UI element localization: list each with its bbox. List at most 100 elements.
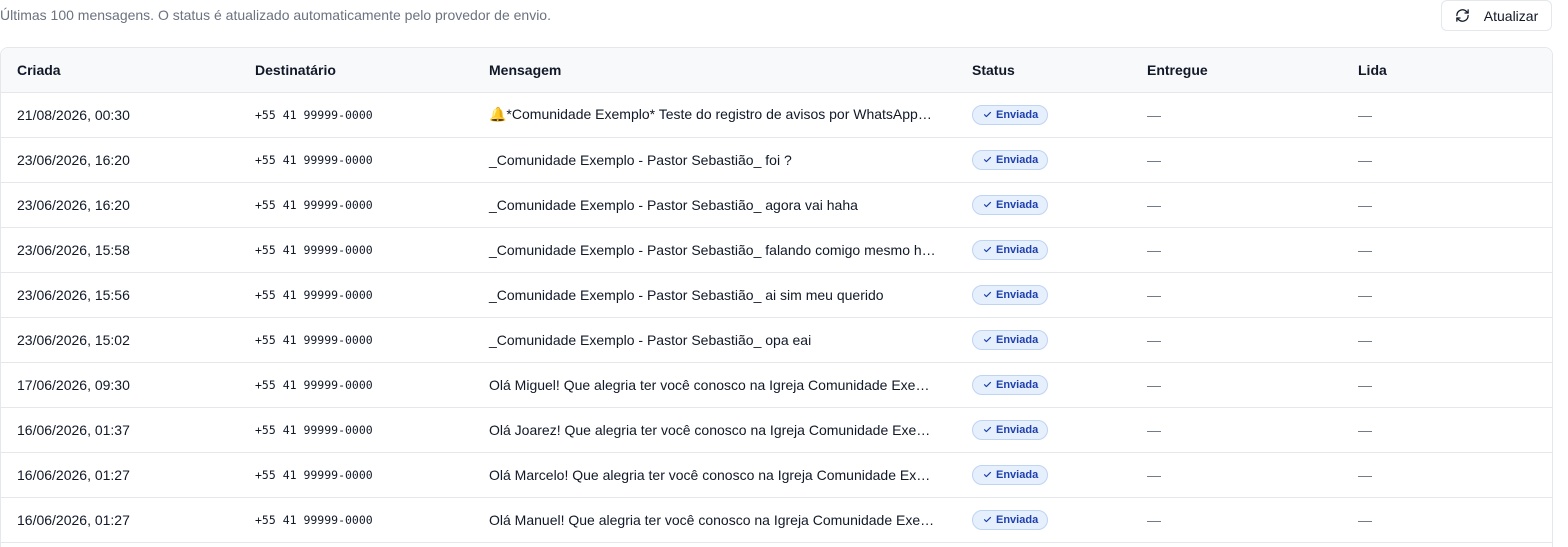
cell-criada: 16/06/2026, 01:27 (17, 466, 130, 483)
table-row[interactable]: 23/06/2026, 15:58 +55 41 99999-0000 _Com… (1, 227, 1552, 272)
cell-entregue: — (1147, 241, 1161, 258)
cell-lida: — (1358, 286, 1372, 303)
cell-lida: — (1358, 241, 1372, 258)
status-badge-label: Enviada (996, 423, 1039, 436)
messages-table-container: Criada Destinatário Mensagem Status Entr… (0, 47, 1553, 547)
cell-destinatario: +55 41 99999-0000 (255, 107, 373, 122)
cell-destinatario: +55 41 99999-0000 (255, 422, 373, 437)
cell-mensagem: Olá Manuel! Que alegria ter você conosco… (489, 511, 935, 528)
cell-status: Enviada (956, 362, 1131, 407)
cell-destinatario: +55 41 99999-0000 (255, 467, 373, 482)
cell-destinatario: +55 41 99999-0000 (255, 512, 373, 527)
table-row[interactable]: 21/08/2026, 00:30 +55 41 99999-0000 🔔*Co… (1, 92, 1552, 137)
table-header-row: Criada Destinatário Mensagem Status Entr… (1, 48, 1552, 93)
check-icon (983, 425, 992, 434)
cell-status: Enviada (956, 317, 1131, 362)
status-badge: Enviada (972, 284, 1049, 305)
cell-status: Enviada (956, 272, 1131, 317)
cell-entregue: — (1147, 106, 1161, 123)
status-badge-label: Enviada (996, 333, 1039, 346)
table-row[interactable]: 23/06/2026, 16:20 +55 41 99999-0000 _Com… (1, 137, 1552, 182)
check-icon (983, 155, 992, 164)
status-badge: Enviada (972, 374, 1049, 395)
check-icon (983, 200, 992, 209)
refresh-button[interactable]: Atualizar (1441, 0, 1552, 31)
cell-entregue: — (1147, 466, 1161, 483)
cell-lida: — (1358, 151, 1372, 168)
cell-lida: — (1358, 376, 1372, 393)
check-icon (983, 380, 992, 389)
column-header-entregue[interactable]: Entregue (1131, 48, 1342, 93)
column-header-lida[interactable]: Lida (1342, 48, 1552, 93)
cell-entregue: — (1147, 511, 1161, 528)
cell-destinatario: +55 41 99999-0000 (255, 152, 373, 167)
cell-entregue: — (1147, 196, 1161, 213)
toolbar: Últimas 100 mensagens. O status é atuali… (0, 0, 1568, 32)
cell-destinatario: +55 41 99999-0000 (255, 287, 373, 302)
table-row[interactable]: 16/06/2026, 01:27 +55 41 99999-0000 Olá … (1, 452, 1552, 497)
cell-status: Enviada (956, 497, 1131, 542)
status-badge-label: Enviada (996, 288, 1039, 301)
cell-criada: 17/06/2026, 09:30 (17, 376, 130, 393)
status-badge-label: Enviada (996, 378, 1039, 391)
cell-mensagem: Olá Miguel! Que alegria ter você conosco… (489, 376, 930, 393)
table-row[interactable]: 23/06/2026, 16:20 +55 41 99999-0000 _Com… (1, 182, 1552, 227)
cell-criada: 23/06/2026, 16:20 (17, 196, 130, 213)
cell-destinatario: +55 41 99999-0000 (255, 377, 373, 392)
cell-mensagem: Olá Joarez! Que alegria ter você conosco… (489, 421, 931, 438)
table-row[interactable]: 17/06/2026, 09:30 +55 41 99999-0000 Olá … (1, 362, 1552, 407)
table-row[interactable]: 23/06/2026, 15:02 +55 41 99999-0000 _Com… (1, 317, 1552, 362)
page-subtitle: Últimas 100 mensagens. O status é atuali… (0, 7, 551, 23)
status-badge-label: Enviada (996, 108, 1039, 121)
refresh-icon (1455, 8, 1470, 23)
cell-lida: — (1358, 196, 1372, 213)
cell-mensagem: 🔔*Comunidade Exemplo* Teste do registro … (489, 106, 932, 122)
cell-criada: 21/08/2026, 00:30 (17, 106, 130, 123)
cell-criada: 16/06/2026, 01:37 (17, 421, 130, 438)
cell-criada: 23/06/2026, 15:58 (17, 241, 130, 258)
column-header-criada[interactable]: Criada (1, 48, 239, 93)
cell-status: Enviada (956, 182, 1131, 227)
status-badge-label: Enviada (996, 468, 1039, 481)
cell-criada: 16/06/2026, 01:27 (17, 511, 130, 528)
status-badge: Enviada (972, 464, 1049, 485)
cell-criada: 23/06/2026, 16:20 (17, 151, 130, 168)
cell-status: Enviada (956, 452, 1131, 497)
cell-criada: 23/06/2026, 15:02 (17, 331, 130, 348)
status-badge: Enviada (972, 149, 1049, 170)
cell-entregue: — (1147, 151, 1161, 168)
cell-status: Enviada (956, 92, 1131, 137)
cell-lida: — (1358, 511, 1372, 528)
cell-mensagem: _Comunidade Exemplo - Pastor Sebastião_ … (489, 151, 792, 168)
cell-lida: — (1358, 421, 1372, 438)
cell-mensagem: _Comunidade Exemplo - Pastor Sebastião_ … (489, 241, 936, 258)
table-row[interactable]: 16/06/2026, 01:27 +55 41 99999-0000 Olá … (1, 497, 1552, 542)
cell-status: Enviada (956, 407, 1131, 452)
status-badge: Enviada (972, 509, 1049, 530)
column-header-mensagem[interactable]: Mensagem (473, 48, 956, 93)
cell-mensagem: Olá Marcelo! Que alegria ter você conosc… (489, 466, 931, 483)
status-badge: Enviada (972, 419, 1049, 440)
check-icon (983, 110, 992, 119)
table-row[interactable]: 23/06/2026, 15:56 +55 41 99999-0000 _Com… (1, 272, 1552, 317)
cell-destinatario: +55 41 99999-0000 (255, 197, 373, 212)
cell-lida: — (1358, 106, 1372, 123)
messages-table: Criada Destinatário Mensagem Status Entr… (1, 48, 1552, 543)
status-badge: Enviada (972, 194, 1049, 215)
cell-lida: — (1358, 331, 1372, 348)
cell-mensagem: _Comunidade Exemplo - Pastor Sebastião_ … (489, 331, 812, 348)
cell-criada: 23/06/2026, 15:56 (17, 286, 130, 303)
status-badge: Enviada (972, 239, 1049, 260)
check-icon (983, 290, 992, 299)
cell-status: Enviada (956, 137, 1131, 182)
cell-mensagem: _Comunidade Exemplo - Pastor Sebastião_ … (489, 196, 858, 213)
status-badge-label: Enviada (996, 198, 1039, 211)
check-icon (983, 335, 992, 344)
status-badge: Enviada (972, 329, 1049, 350)
column-header-status[interactable]: Status (956, 48, 1131, 93)
status-badge: Enviada (972, 104, 1049, 125)
table-row[interactable]: 16/06/2026, 01:37 +55 41 99999-0000 Olá … (1, 407, 1552, 452)
check-icon (983, 515, 992, 524)
check-icon (983, 245, 992, 254)
column-header-destinatario[interactable]: Destinatário (239, 48, 473, 93)
